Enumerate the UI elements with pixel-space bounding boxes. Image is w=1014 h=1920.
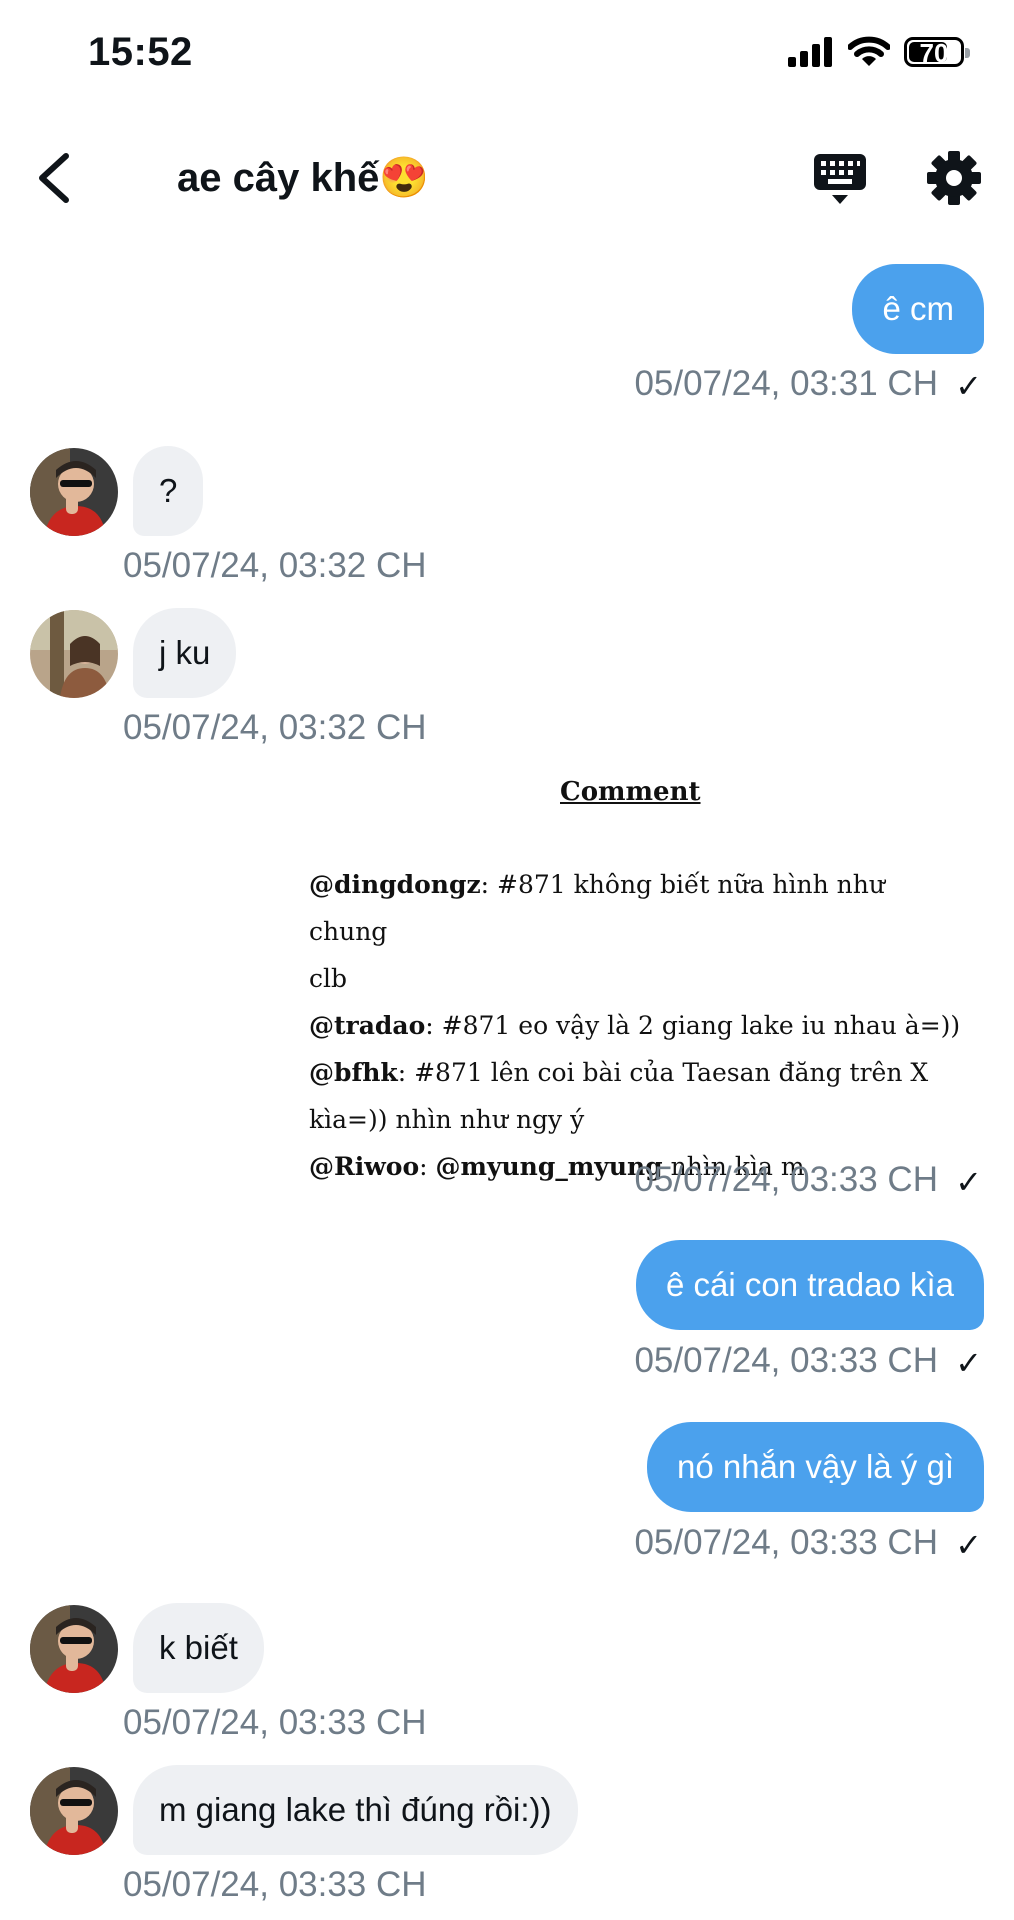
comment-username: @dingdongz: [309, 870, 481, 899]
message-timestamp: 05/07/24, 03:33 CH: [634, 1160, 938, 1199]
message-text: ?: [159, 472, 178, 509]
message-text: m giang lake thì đúng rồi:)): [159, 1791, 552, 1828]
back-button[interactable]: [30, 148, 80, 208]
message-text: nó nhắn vậy là ý gì: [676, 1448, 954, 1485]
message-timestamp: 05/07/24, 03:33 CH: [123, 1865, 427, 1904]
message-bubble-incoming[interactable]: j ku: [133, 608, 237, 698]
avatar[interactable]: [30, 1605, 118, 1693]
battery-level: 70: [919, 38, 949, 68]
message-bubble-outgoing[interactable]: ê cái con tradao kìa: [635, 1240, 984, 1330]
message-bubble-incoming[interactable]: k biết: [133, 1603, 264, 1693]
comment-screenshot-image[interactable]: Comment @dingdongz: #871 không biết nữa …: [300, 765, 980, 1181]
message-timestamp: 05/07/24, 03:32 CH: [123, 708, 427, 747]
settings-button[interactable]: [924, 148, 984, 208]
message-timestamp: 05/07/24, 03:33 CH: [634, 1341, 938, 1380]
comment-text: #871 eo vậy là 2 giang lake iu nhau à=)): [441, 1011, 961, 1040]
avatar[interactable]: [30, 448, 118, 536]
message-text: ê cm: [882, 290, 954, 327]
message-text: j ku: [159, 634, 211, 671]
chat-title: ae cây khế😍: [177, 156, 430, 200]
read-check-icon: ✓: [955, 1527, 982, 1563]
comment-line: clb: [309, 955, 969, 1002]
comment-text: #871 lên coi bài của Taesan đăng trên X: [414, 1058, 929, 1087]
message-text: ê cái con tradao kìa: [665, 1266, 954, 1303]
message-timestamp: 05/07/24, 03:33 CH: [634, 1523, 938, 1562]
message-timestamp: 05/07/24, 03:33 CH: [123, 1703, 427, 1742]
comment-text: clb: [309, 964, 348, 993]
message-bubble-outgoing[interactable]: ê cm: [852, 264, 984, 354]
gear-icon: [927, 151, 981, 205]
comment-line: @bfhk: #871 lên coi bài của Taesan đăng …: [309, 1058, 929, 1087]
comment-line: @dingdongz: #871 không biết nữa hình như…: [309, 870, 885, 946]
status-icons: 70: [788, 36, 970, 68]
read-check-icon: ✓: [955, 1164, 982, 1200]
status-time: 15:52: [88, 30, 193, 74]
message-timestamp: 05/07/24, 03:31 CH: [634, 364, 938, 403]
message-bubble-outgoing[interactable]: nó nhắn vậy là ý gì: [646, 1422, 984, 1512]
message-text: k biết: [159, 1629, 238, 1666]
back-arrow-icon: [39, 153, 69, 203]
read-check-icon: ✓: [955, 368, 982, 404]
comment-mention: @myung_myung: [435, 1152, 663, 1181]
avatar[interactable]: [30, 610, 118, 698]
read-check-icon: ✓: [955, 1345, 982, 1381]
battery-icon: 70: [904, 37, 970, 68]
comment-username: @bfhk: [309, 1058, 398, 1087]
comment-username: @tradao: [309, 1011, 426, 1040]
comment-line: @tradao: #871 eo vậy là 2 giang lake iu …: [309, 1011, 961, 1040]
message-bubble-incoming[interactable]: ?: [133, 446, 204, 536]
comment-list: @dingdongz: #871 không biết nữa hình như…: [309, 861, 969, 1190]
comment-username: @Riwoo: [309, 1152, 420, 1181]
avatar[interactable]: [30, 1767, 118, 1855]
cellular-signal-icon: [788, 37, 832, 67]
keyboard-button[interactable]: [810, 148, 870, 208]
wifi-icon: [848, 36, 890, 66]
keyboard-icon: [814, 154, 866, 204]
comment-heading: Comment: [560, 777, 701, 807]
message-bubble-incoming[interactable]: m giang lake thì đúng rồi:)): [133, 1765, 578, 1855]
message-timestamp: 05/07/24, 03:32 CH: [123, 546, 427, 585]
comment-text: kìa=)) nhìn như ngy ý: [309, 1105, 585, 1134]
comment-line: kìa=)) nhìn như ngy ý: [309, 1096, 969, 1143]
